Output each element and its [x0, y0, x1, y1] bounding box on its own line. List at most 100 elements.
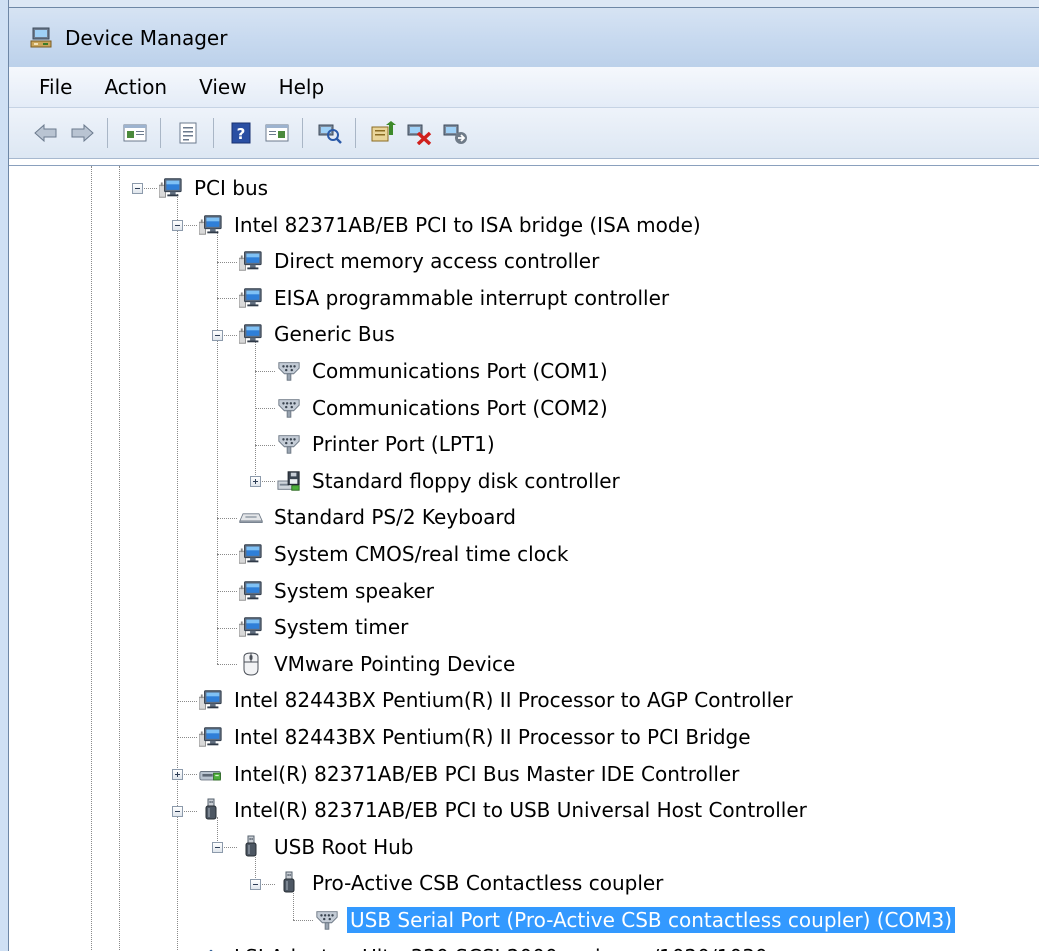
tree-node-label: Intel(R) 82371AB/EB PCI to USB Universal…	[234, 798, 807, 823]
system-device-icon	[239, 249, 263, 273]
tree-node[interactable]: Standard floppy disk controller	[277, 463, 623, 499]
title-bar[interactable]: Device Manager	[9, 8, 1039, 67]
device-manager-icon	[29, 26, 55, 50]
console-tree-icon	[123, 122, 147, 144]
tree-node[interactable]: Pro-Active CSB Contactless coupler	[277, 865, 666, 901]
back-button[interactable]	[31, 118, 61, 148]
tree-connector	[217, 554, 237, 556]
toolbar-separator	[213, 118, 214, 148]
forward-arrow-icon	[69, 122, 95, 144]
toolbar-separator	[302, 118, 303, 148]
uninstall-button[interactable]	[404, 118, 434, 148]
system-device-icon	[199, 725, 223, 749]
tree-node[interactable]: Intel(R) 82371AB/EB PCI to USB Universal…	[199, 792, 810, 828]
tree-node-label: System speaker	[274, 578, 435, 603]
menu-view[interactable]: View	[183, 67, 262, 107]
tree-connector	[255, 371, 275, 373]
collapse-toggle[interactable]	[212, 842, 223, 854]
tree-node[interactable]: VMware Pointing Device	[239, 646, 518, 682]
tree-node[interactable]: System speaker	[239, 573, 437, 609]
tree-node[interactable]: System CMOS/real time clock	[239, 536, 572, 572]
tree-node-label: LSI Adapter, Ultra320 SCSI 2000 series, …	[231, 944, 771, 951]
device-tree[interactable]: PCI bus Intel 82371AB/EB PCI to ISA bridg…	[9, 165, 1039, 951]
tree-node[interactable]: Direct memory access controller	[239, 243, 602, 279]
tree-node-label: Intel(R) 82371AB/EB PCI Bus Master IDE C…	[234, 761, 740, 786]
tree-node[interactable]: PCI bus	[159, 170, 271, 206]
system-device-icon	[239, 579, 263, 603]
floppy-controller-icon	[277, 469, 301, 493]
tree-connector	[293, 920, 313, 922]
system-device-icon	[199, 213, 223, 237]
menu-bar: File Action View Help	[9, 67, 1039, 108]
menu-file[interactable]: File	[9, 67, 88, 107]
tree-node[interactable]: Intel 82443BX Pentium(R) II Processor to…	[199, 682, 796, 718]
port-icon	[277, 359, 301, 383]
tree-node[interactable]: Standard PS/2 Keyboard	[239, 499, 519, 535]
tree-node[interactable]: Intel 82443BX Pentium(R) II Processor to…	[199, 719, 754, 755]
system-device-icon	[239, 286, 263, 310]
expand-toggle[interactable]	[172, 768, 183, 780]
mouse-icon	[239, 652, 263, 676]
tree-connector	[217, 664, 237, 666]
tree-node[interactable]: Intel(R) 82371AB/EB PCI Bus Master IDE C…	[199, 756, 742, 792]
tree-node[interactable]: Communications Port (COM2)	[277, 390, 611, 426]
properties-button[interactable]	[173, 118, 203, 148]
scan-hardware-icon	[317, 121, 343, 145]
tree-connector	[217, 261, 237, 263]
tree-node-label: Communications Port (COM2)	[312, 395, 608, 420]
tree-node-label: VMware Pointing Device	[274, 651, 516, 676]
system-device-icon	[239, 322, 263, 346]
tree-node-label: USB Serial Port (Pro-Active CSB contactl…	[347, 907, 956, 933]
system-device-icon	[239, 615, 263, 639]
toolbar: ?	[9, 108, 1039, 159]
keyboard-icon	[239, 505, 263, 529]
tree-node[interactable]: Intel 82371AB/EB PCI to ISA bridge (ISA …	[199, 207, 704, 243]
collapse-toggle[interactable]	[212, 329, 223, 341]
tree-connector	[177, 737, 197, 739]
tree-node-label: Intel 82443BX Pentium(R) II Processor to…	[234, 688, 793, 713]
show-hide-action-pane-button[interactable]	[262, 118, 292, 148]
menu-action[interactable]: Action	[88, 67, 183, 107]
tree-connector	[177, 194, 178, 951]
tree-node[interactable]: Printer Port (LPT1)	[277, 426, 498, 462]
tree-node-label: Communications Port (COM1)	[312, 359, 608, 383]
expand-toggle[interactable]	[250, 476, 261, 488]
tree-node-label: Intel 82371AB/EB PCI to ISA bridge (ISA …	[234, 212, 701, 237]
update-driver-icon	[370, 121, 396, 145]
tree-node[interactable]: LSI Adapter, Ultra320 SCSI 2000 series, …	[199, 939, 771, 951]
tree-node[interactable]: USB Root Hub	[239, 829, 417, 865]
tree-node-label: Generic Bus	[274, 322, 395, 347]
forward-button[interactable]	[67, 118, 97, 148]
toolbar-separator	[107, 118, 108, 148]
tree-node[interactable]: System timer	[239, 609, 411, 645]
action-pane-icon	[265, 122, 289, 144]
collapse-toggle[interactable]	[172, 805, 183, 817]
tree-node[interactable]: Communications Port (COM1)	[277, 353, 611, 389]
device-manager-window: Device Manager File Action View Help ? PCI …	[0, 0, 1039, 951]
tree-connector	[217, 627, 237, 629]
disable-button[interactable]	[440, 118, 470, 148]
tree-node[interactable]: USB Serial Port (Pro-Active CSB contactl…	[315, 902, 956, 938]
tree-connector	[119, 166, 120, 951]
tree-node-label: Standard floppy disk controller	[312, 468, 620, 493]
collapse-toggle[interactable]	[250, 878, 261, 890]
properties-icon	[177, 121, 199, 145]
update-driver-button[interactable]	[368, 118, 398, 148]
tree-node-label: Direct memory access controller	[274, 249, 600, 274]
system-device-icon	[199, 688, 223, 712]
help-button[interactable]: ?	[226, 118, 256, 148]
collapse-toggle[interactable]	[172, 219, 183, 231]
scsi-adapter-icon	[199, 945, 223, 951]
tree-node[interactable]: EISA programmable interrupt controller	[239, 280, 672, 316]
window-title: Device Manager	[65, 25, 228, 50]
menu-help[interactable]: Help	[263, 67, 341, 107]
tree-connector	[255, 444, 275, 446]
tree-node[interactable]: Generic Bus	[239, 316, 398, 352]
collapse-toggle[interactable]	[132, 183, 143, 195]
tree-node-label: System timer	[274, 615, 409, 640]
tree-connector	[255, 340, 256, 482]
tree-node-label: PCI bus	[194, 176, 269, 200]
disable-icon	[442, 121, 468, 145]
scan-hardware-changes-button[interactable]	[315, 118, 345, 148]
show-hide-console-tree-button[interactable]	[120, 118, 150, 148]
